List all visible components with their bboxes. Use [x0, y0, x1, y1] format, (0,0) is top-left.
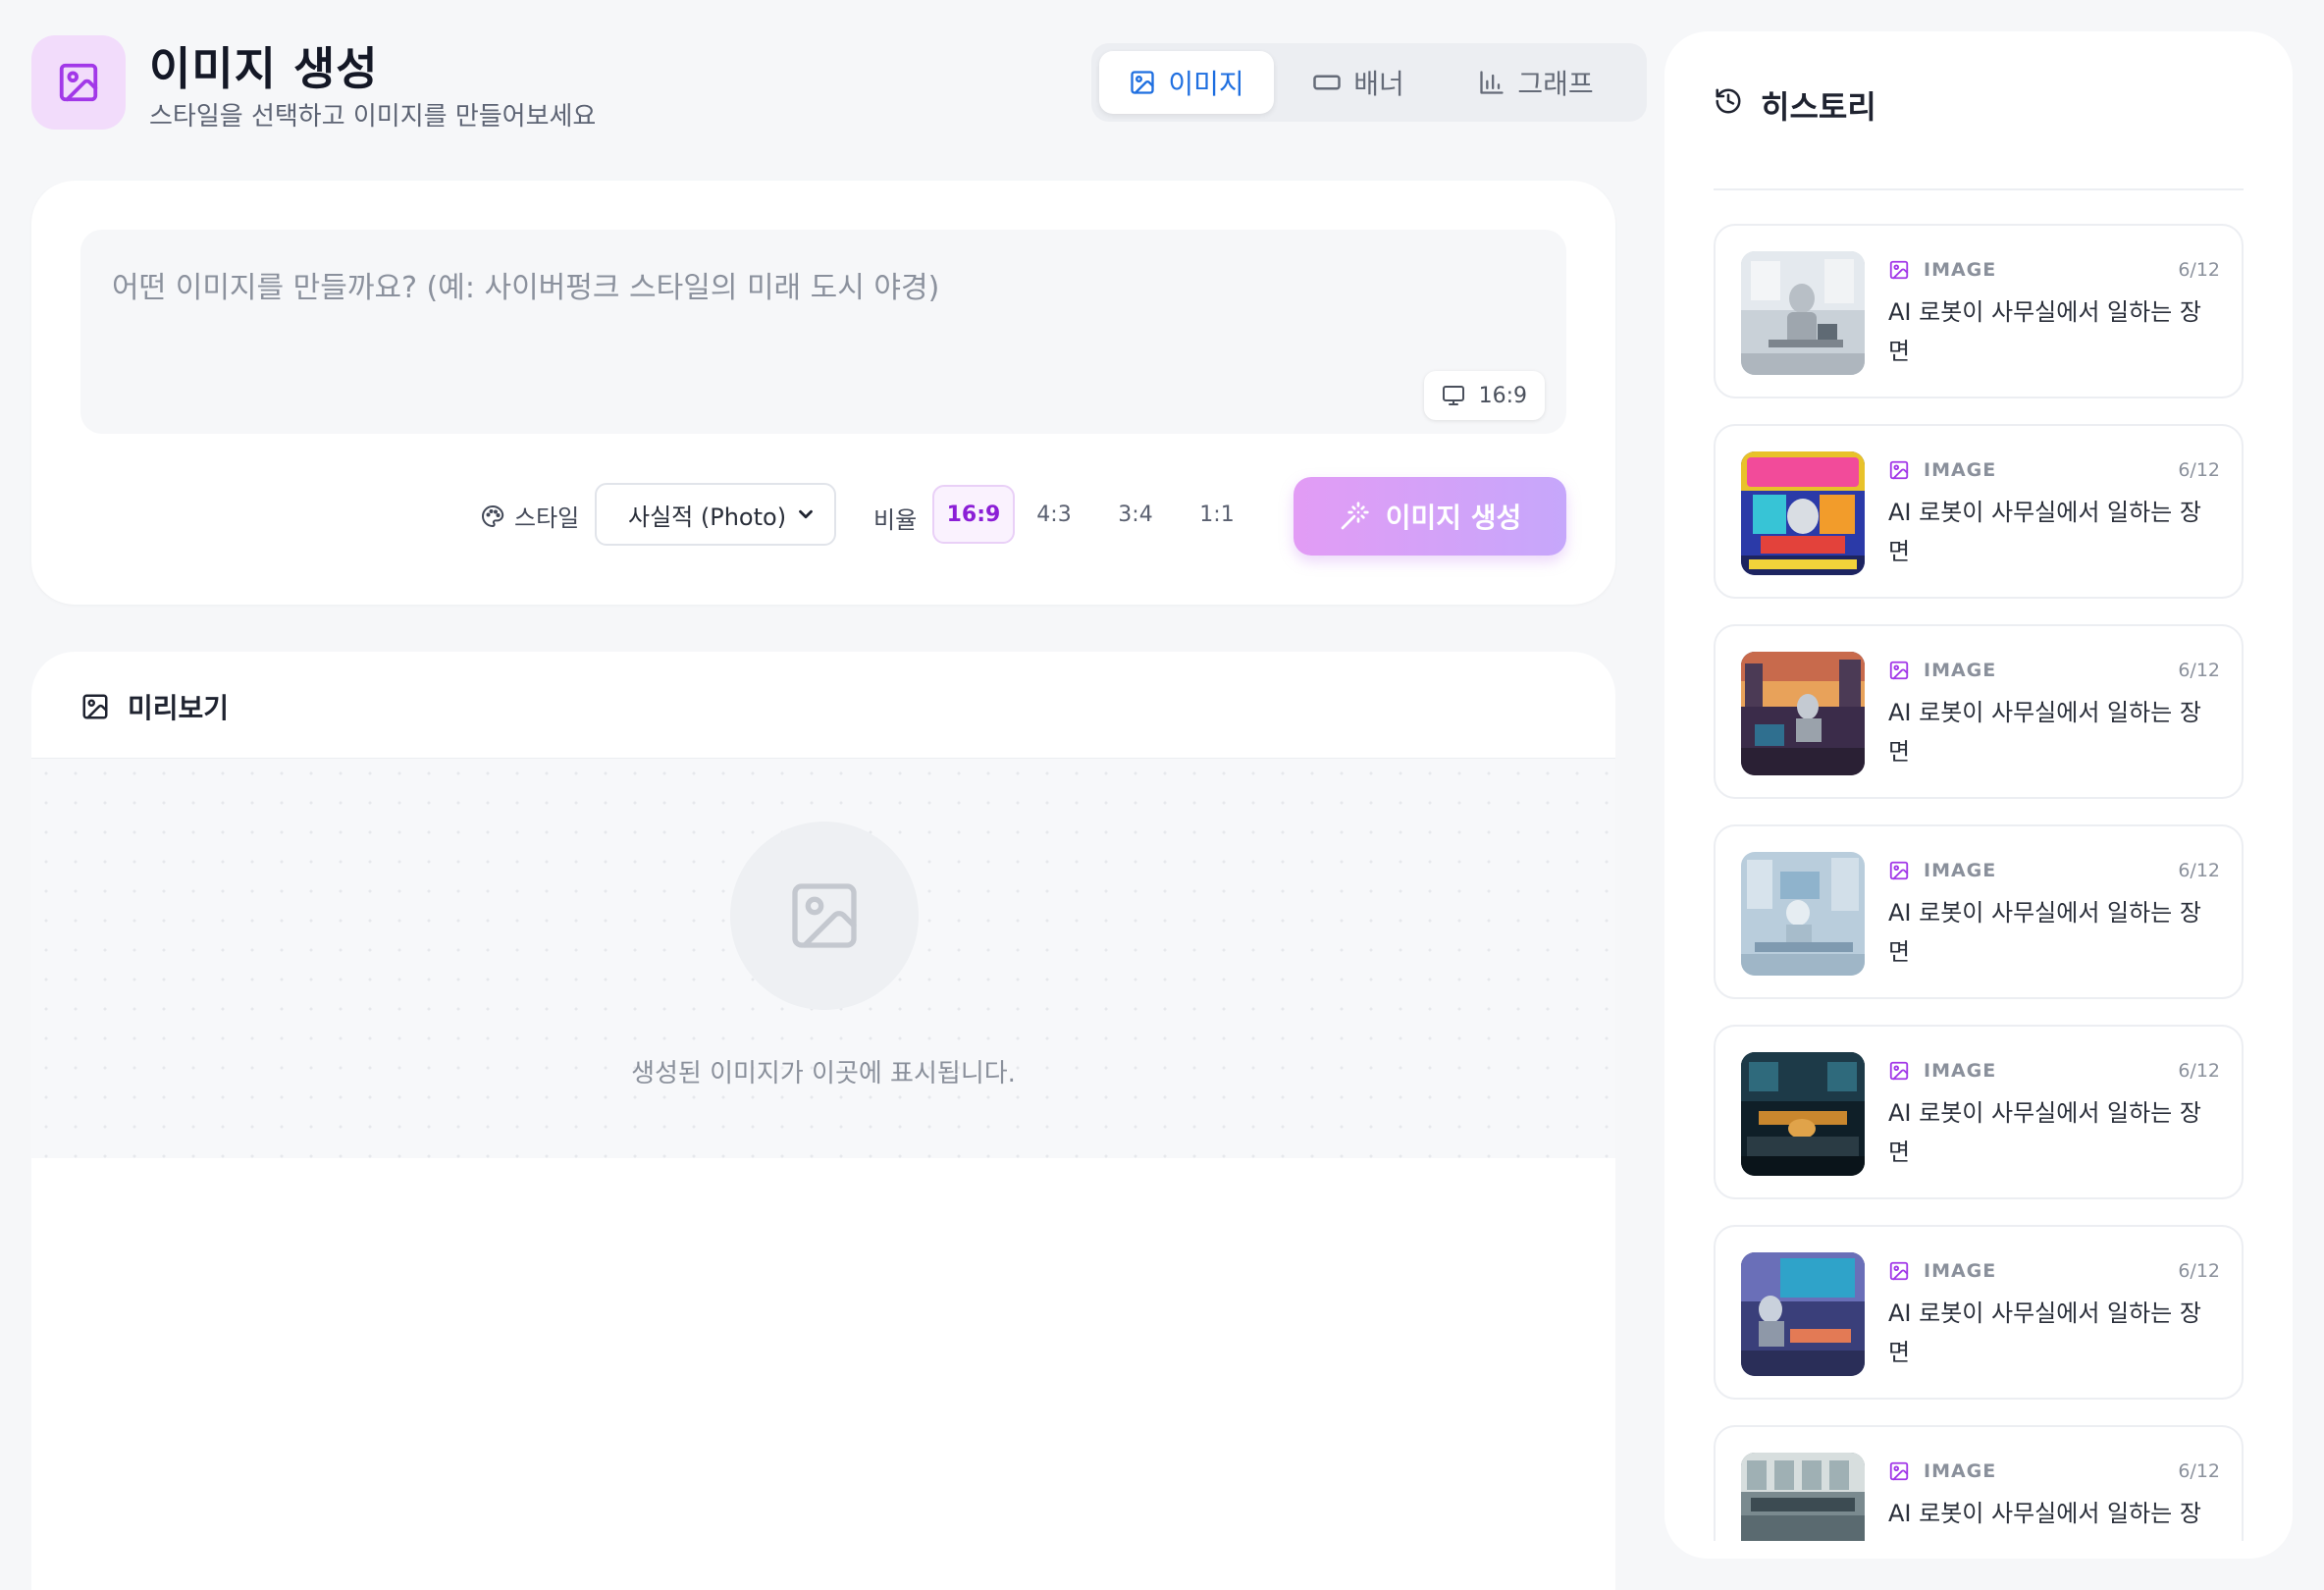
- style-label-text: 스타일: [514, 504, 580, 532]
- history-item-type-label: IMAGE: [1924, 259, 1997, 281]
- history-item-type-label: IMAGE: [1924, 860, 1997, 881]
- history-item[interactable]: IMAGE 6/12 AI 로봇이 사무실에서 일하는 장면: [1714, 424, 2244, 599]
- ratio-option-3-4[interactable]: 3:4: [1094, 485, 1177, 544]
- history-item-type-label: IMAGE: [1924, 1060, 1997, 1082]
- history-icon: [1714, 86, 1743, 116]
- prompt-card: 16:9 스타일 사실적 (Photo) 비: [31, 181, 1615, 605]
- tab-graph[interactable]: 그래프: [1443, 51, 1629, 114]
- history-item-title: AI 로봇이 사무실에서 일하는 장면: [1888, 1500, 2201, 1541]
- history-thumbnail: [1741, 251, 1865, 375]
- rectangle-icon: [1312, 68, 1342, 97]
- history-item-type: IMAGE: [1888, 1260, 1996, 1282]
- image-icon: [1129, 69, 1156, 96]
- history-item-title: AI 로봇이 사무실에서 일하는 장면: [1888, 1299, 2201, 1366]
- bar-chart-icon: [1478, 69, 1505, 96]
- history-header: 히스토리: [1714, 82, 2244, 190]
- history-list: IMAGE 6/12 AI 로봇이 사무실에서 일하는 장면 IMAGE 6/1…: [1714, 190, 2244, 1541]
- history-item-title: AI 로봇이 사무실에서 일하는 장면: [1888, 1099, 2201, 1166]
- image-icon: [31, 35, 126, 130]
- image-icon: [1888, 1060, 1910, 1082]
- ratio-option-16-9[interactable]: 16:9: [932, 485, 1015, 544]
- tab-label: 이미지: [1168, 68, 1244, 100]
- history-thumbnail: [1741, 652, 1865, 775]
- style-label: 스타일: [481, 499, 579, 533]
- history-item[interactable]: IMAGE 6/12 AI 로봇이 사무실에서 일하는 장면: [1714, 624, 2244, 799]
- style-select[interactable]: 사실적 (Photo): [595, 483, 836, 546]
- preview-title: 미리보기: [128, 692, 230, 724]
- ratio-option-1-1[interactable]: 1:1: [1176, 485, 1258, 544]
- tab-banner[interactable]: 배너: [1280, 51, 1437, 114]
- preview-empty-text: 생성된 이미지가 이곳에 표시됩니다.: [631, 1059, 1016, 1088]
- history-item-date: 6/12: [2178, 1060, 2220, 1082]
- tab-label: 배너: [1353, 68, 1404, 100]
- image-icon: [1888, 259, 1910, 281]
- page-title: 이미지 생성: [149, 42, 379, 95]
- image-icon: [1888, 459, 1910, 481]
- image-icon: [1888, 1460, 1910, 1482]
- history-item-title: AI 로봇이 사무실에서 일하는 장면: [1888, 499, 2201, 565]
- ratio-label: 비율: [873, 506, 918, 534]
- history-item-date: 6/12: [2178, 1260, 2220, 1282]
- history-panel: 히스토리 IMAGE 6/12 AI 로봇이 사무실에서 일하는 장면 IMAG…: [1664, 31, 2293, 1559]
- history-item-date: 6/12: [2178, 860, 2220, 881]
- history-item-title: AI 로봇이 사무실에서 일하는 장면: [1888, 899, 2201, 966]
- image-icon: [1888, 1260, 1910, 1282]
- history-thumbnail: [1741, 1052, 1865, 1176]
- history-thumbnail: [1741, 1453, 1865, 1541]
- history-thumbnail: [1741, 852, 1865, 976]
- style-select-value: 사실적 (Photo): [628, 503, 787, 531]
- history-item-type-label: IMAGE: [1924, 459, 1997, 481]
- preview-card: 미리보기 생성된 이미지가 이곳에 표시됩니다.: [31, 652, 1615, 1590]
- history-item[interactable]: IMAGE 6/12 AI 로봇이 사무실에서 일하는 장면: [1714, 1225, 2244, 1400]
- history-item-type: IMAGE: [1888, 1460, 1996, 1482]
- generate-button-label: 이미지 생성: [1385, 502, 1522, 534]
- ratio-option-4-3[interactable]: 4:3: [1013, 485, 1095, 544]
- prompt-input[interactable]: [80, 230, 1566, 434]
- generate-button[interactable]: 이미지 생성: [1294, 477, 1566, 556]
- history-item-date: 6/12: [2178, 459, 2220, 481]
- history-item[interactable]: IMAGE 6/12 AI 로봇이 사무실에서 일하는 장면: [1714, 1025, 2244, 1199]
- history-item-date: 6/12: [2178, 1460, 2220, 1482]
- history-item-title: AI 로봇이 사무실에서 일하는 장면: [1888, 699, 2201, 766]
- history-item-type-label: IMAGE: [1924, 1260, 1997, 1282]
- history-item[interactable]: IMAGE 6/12 AI 로봇이 사무실에서 일하는 장면: [1714, 1425, 2244, 1541]
- history-item-type-label: IMAGE: [1924, 1460, 1997, 1482]
- image-icon: [1888, 860, 1910, 881]
- chevron-down-icon: [795, 504, 817, 525]
- image-placeholder-icon: [730, 822, 919, 1010]
- history-item[interactable]: IMAGE 6/12 AI 로봇이 사무실에서 일하는 장면: [1714, 824, 2244, 999]
- magic-wand-icon: [1339, 501, 1370, 532]
- tab-image[interactable]: 이미지: [1099, 51, 1274, 114]
- monitor-icon: [1442, 384, 1465, 407]
- ratio-chip-label: 16:9: [1478, 383, 1527, 408]
- history-item[interactable]: IMAGE 6/12 AI 로봇이 사무실에서 일하는 장면: [1714, 224, 2244, 398]
- history-item-type: IMAGE: [1888, 1060, 1996, 1082]
- mode-tabs: 이미지 배너 그래프: [1091, 43, 1647, 122]
- generation-controls: 스타일 사실적 (Photo) 비율 16:9 4:3 3:4 1:1 이미지: [31, 477, 1615, 557]
- history-thumbnail: [1741, 451, 1865, 575]
- history-item-title: AI 로봇이 사무실에서 일하는 장면: [1888, 298, 2201, 365]
- page-subtitle: 스타일을 선택하고 이미지를 만들어보세요: [149, 102, 597, 132]
- preview-area: 생성된 이미지가 이곳에 표시됩니다.: [31, 758, 1615, 1158]
- history-item-type: IMAGE: [1888, 259, 1996, 281]
- image-icon: [1888, 660, 1910, 681]
- history-title: 히스토리: [1761, 88, 1876, 126]
- image-icon: [80, 692, 110, 721]
- history-thumbnail: [1741, 1252, 1865, 1376]
- history-item-date: 6/12: [2178, 660, 2220, 681]
- tab-label: 그래프: [1517, 68, 1594, 100]
- history-item-type-label: IMAGE: [1924, 660, 1997, 681]
- page-header: 이미지 생성 스타일을 선택하고 이미지를 만들어보세요 이미지 배너 그래프: [31, 33, 1647, 132]
- preview-header: 미리보기: [80, 687, 229, 726]
- history-item-type: IMAGE: [1888, 660, 1996, 681]
- ratio-chip[interactable]: 16:9: [1423, 371, 1545, 420]
- palette-icon: [481, 504, 504, 528]
- history-item-date: 6/12: [2178, 259, 2220, 281]
- prompt-box: 16:9: [80, 230, 1566, 434]
- history-item-type: IMAGE: [1888, 860, 1996, 881]
- history-item-type: IMAGE: [1888, 459, 1996, 481]
